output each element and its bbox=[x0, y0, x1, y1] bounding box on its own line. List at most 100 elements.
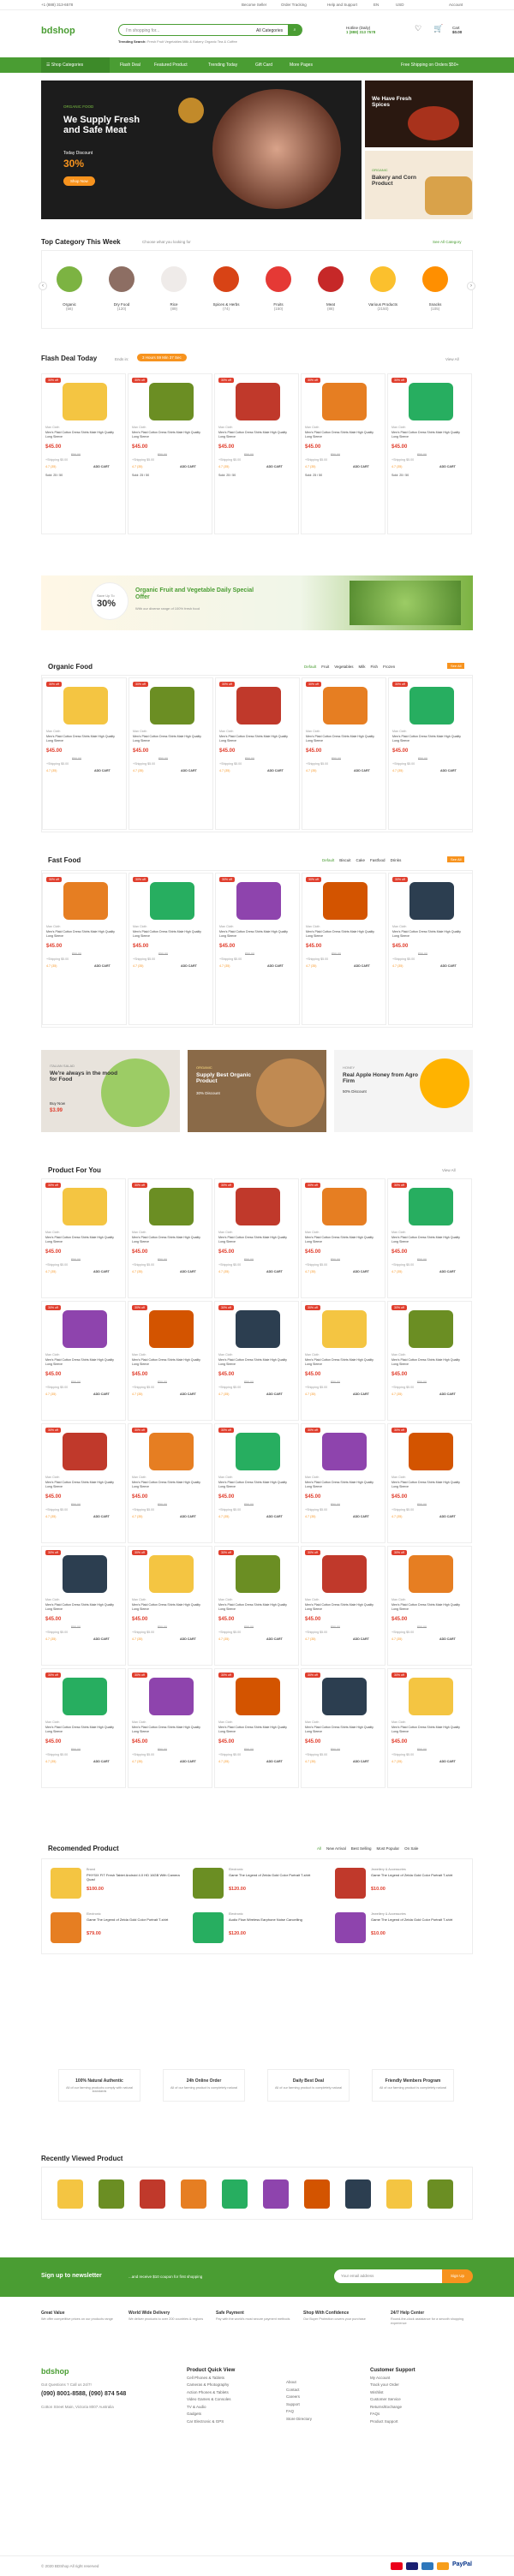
product-image[interactable] bbox=[148, 1310, 194, 1348]
all-categories-button[interactable]: ☰ Shop Categories bbox=[41, 57, 110, 73]
product-image[interactable] bbox=[235, 1555, 280, 1593]
tab-milk[interactable]: Milk bbox=[359, 665, 366, 669]
add-cart-button[interactable]: ADD CART bbox=[266, 1760, 292, 1764]
tab-fastfood[interactable]: Fastfood bbox=[370, 858, 386, 862]
category-image[interactable] bbox=[422, 266, 448, 292]
nav-more-pages[interactable]: More Pages bbox=[290, 63, 313, 68]
add-cart-button[interactable]: ADD CART bbox=[353, 1392, 379, 1397]
product-image[interactable] bbox=[408, 1310, 453, 1348]
product-image[interactable] bbox=[63, 882, 108, 920]
recommended-item[interactable]: Brand PHYSIX FIT Fresh Tablet Android 4.0… bbox=[51, 1864, 188, 1905]
product-name[interactable]: Men's Plaid Cotton Dress Shirts Male Hig… bbox=[218, 1726, 292, 1734]
product-name[interactable]: Men's Plaid Cotton Dress Shirts Male Hig… bbox=[132, 1726, 206, 1734]
footer-link[interactable]: Action Phones & Tablets bbox=[187, 2389, 235, 2397]
product-image[interactable] bbox=[408, 1555, 453, 1593]
language-select[interactable]: EN bbox=[374, 3, 379, 7]
mid-banner-honey[interactable]: HONEY Real Apple Honey from Agro Firm 50… bbox=[334, 1050, 473, 1132]
product-card[interactable]: 30% off Man Cloth Men's Plaid Cotton Dress… bbox=[387, 1668, 472, 1788]
product-name[interactable]: Men's Plaid Cotton Dress Shirts Male Hig… bbox=[305, 1726, 379, 1734]
fast-food-see-all[interactable]: See All bbox=[447, 856, 465, 862]
add-cart-button[interactable]: ADD CART bbox=[93, 1637, 119, 1642]
footer-link[interactable]: Customer Service bbox=[370, 2396, 415, 2404]
add-cart-button[interactable]: ADD CART bbox=[439, 1270, 465, 1274]
tab-fish[interactable]: Fish bbox=[371, 665, 379, 669]
product-name[interactable]: Men's Plaid Cotton Dress Shirts Male Hig… bbox=[132, 1236, 206, 1244]
add-cart-button[interactable]: ADD CART bbox=[439, 465, 465, 469]
product-image[interactable] bbox=[321, 383, 367, 420]
add-cart-button[interactable]: ADD CART bbox=[93, 1760, 119, 1764]
category-name[interactable]: Various Products (2150) bbox=[366, 302, 400, 311]
product-name[interactable]: Men's Plaid Cotton Dress Shirts Male Hig… bbox=[218, 1236, 292, 1244]
product-name[interactable]: Men's Plaid Cotton Dress Shirts Male Hig… bbox=[305, 1236, 379, 1244]
recommended-name[interactable]: Game The Legend of Zelda Gold Color Port… bbox=[371, 1873, 465, 1877]
product-image[interactable] bbox=[321, 1188, 367, 1225]
add-cart-button[interactable]: ADD CART bbox=[266, 465, 292, 469]
category-select[interactable]: All Categories bbox=[256, 28, 283, 33]
product-name[interactable]: Men's Plaid Cotton Dress Shirts Male Hig… bbox=[306, 930, 380, 939]
footer-link[interactable]: Contact bbox=[286, 2387, 312, 2394]
wishlist-icon[interactable]: ♡ bbox=[415, 24, 421, 33]
recommended-name[interactable]: PHYSIX FIT Fresh Tablet Android 4.0 HD 1… bbox=[87, 1873, 181, 1881]
logo[interactable]: bdshop bbox=[41, 26, 75, 36]
product-card[interactable]: 30% off Man Cloth Men's Plaid Cotton Dress… bbox=[214, 1178, 299, 1298]
product-name[interactable]: Men's Plaid Cotton Dress Shirts Male Hig… bbox=[391, 431, 465, 439]
add-cart-button[interactable]: ADD CART bbox=[439, 1515, 465, 1519]
footer-link[interactable]: Support bbox=[286, 2401, 312, 2409]
product-name[interactable]: Men's Plaid Cotton Dress Shirts Male Hig… bbox=[391, 1358, 465, 1367]
product-image[interactable] bbox=[408, 1188, 453, 1225]
product-name[interactable]: Men's Plaid Cotton Dress Shirts Male Hig… bbox=[305, 431, 379, 439]
add-cart-button[interactable]: ADD CART bbox=[93, 1392, 119, 1397]
recent-product-image[interactable] bbox=[304, 2179, 330, 2209]
add-cart-button[interactable]: ADD CART bbox=[439, 1637, 465, 1642]
side-banner-spices[interactable]: We Have Fresh Spices bbox=[365, 80, 473, 147]
product-for-you-view-all[interactable]: View All bbox=[442, 1168, 456, 1172]
product-image[interactable] bbox=[62, 1310, 107, 1348]
add-cart-button[interactable]: ADD CART bbox=[180, 1270, 206, 1274]
category-name[interactable]: Meat (88) bbox=[314, 302, 348, 311]
product-card[interactable]: 30% off Man Cloth Men's Plaid Cotton Dress… bbox=[388, 873, 473, 1025]
product-card[interactable]: 30% off Man Cloth Men's Plaid Cotton Dress… bbox=[301, 1546, 386, 1666]
product-image[interactable] bbox=[235, 1310, 280, 1348]
category-image[interactable] bbox=[266, 266, 291, 292]
product-image[interactable] bbox=[62, 1678, 107, 1715]
newsletter-signup-button[interactable]: Sign Up bbox=[442, 2269, 473, 2283]
category-name[interactable]: Dry Food (120) bbox=[105, 302, 139, 311]
product-card[interactable]: 30% off Man Cloth Men's Plaid Cotton Dress… bbox=[214, 373, 299, 534]
category-image[interactable] bbox=[318, 266, 344, 292]
product-name[interactable]: Men's Plaid Cotton Dress Shirts Male Hig… bbox=[218, 1358, 292, 1367]
product-name[interactable]: Men's Plaid Cotton Dress Shirts Male Hig… bbox=[306, 735, 380, 743]
recommended-name[interactable]: Game The Legend of Zelda Gold Color Port… bbox=[371, 1917, 465, 1922]
product-card[interactable]: 30% off Man Cloth Men's Plaid Cotton Dress… bbox=[302, 677, 386, 830]
recommended-image[interactable] bbox=[51, 1912, 81, 1943]
product-image[interactable] bbox=[62, 383, 107, 420]
add-cart-button[interactable]: ADD CART bbox=[94, 964, 120, 969]
tab-on-sale[interactable]: On Sale bbox=[404, 1846, 418, 1851]
category-name[interactable]: Fruits (150) bbox=[261, 302, 296, 311]
product-image[interactable] bbox=[63, 687, 108, 724]
product-image[interactable] bbox=[235, 1678, 280, 1715]
chevron-right-icon[interactable]: › bbox=[467, 282, 475, 290]
product-card[interactable]: 30% off Man Cloth Men's Plaid Cotton Dress… bbox=[41, 1423, 126, 1543]
add-cart-button[interactable]: ADD CART bbox=[353, 465, 379, 469]
add-cart-button[interactable]: ADD CART bbox=[267, 769, 293, 773]
product-card[interactable]: 30% off Man Cloth Men's Plaid Cotton Dress… bbox=[41, 373, 126, 534]
product-name[interactable]: Men's Plaid Cotton Dress Shirts Male Hig… bbox=[132, 1603, 206, 1612]
product-card[interactable]: 30% off Man Cloth Men's Plaid Cotton Dress… bbox=[128, 1301, 212, 1421]
hero-cta-button[interactable]: Shop Now bbox=[63, 176, 95, 186]
newsletter-email-input[interactable]: Your email address bbox=[334, 2269, 442, 2283]
product-card[interactable]: 30% off Man Cloth Men's Plaid Cotton Dress… bbox=[387, 1178, 472, 1298]
product-name[interactable]: Men's Plaid Cotton Dress Shirts Male Hig… bbox=[46, 930, 120, 939]
product-card[interactable]: 30% off Man Cloth Men's Plaid Cotton Dress… bbox=[128, 373, 212, 534]
recommended-item[interactable]: Jewellery & Accessories Game The Legend o… bbox=[335, 1909, 472, 1950]
product-name[interactable]: Men's Plaid Cotton Dress Shirts Male Hig… bbox=[218, 431, 292, 439]
recent-product-image[interactable] bbox=[181, 2179, 206, 2209]
product-image[interactable] bbox=[148, 1678, 194, 1715]
product-name[interactable]: Men's Plaid Cotton Dress Shirts Male Hig… bbox=[132, 431, 206, 439]
product-name[interactable]: Men's Plaid Cotton Dress Shirts Male Hig… bbox=[45, 1358, 119, 1367]
product-name[interactable]: Men's Plaid Cotton Dress Shirts Male Hig… bbox=[45, 1236, 119, 1244]
tab-drinks[interactable]: Drinks bbox=[391, 858, 402, 862]
footer-link[interactable]: Cameras & Photography bbox=[187, 2382, 235, 2389]
product-card[interactable]: 30% off Man Cloth Men's Plaid Cotton Dress… bbox=[42, 873, 127, 1025]
order-tracking-link[interactable]: Order Tracking bbox=[281, 3, 307, 7]
search-bar[interactable]: I'm shopping for... All Categories ⌕ bbox=[118, 24, 302, 36]
